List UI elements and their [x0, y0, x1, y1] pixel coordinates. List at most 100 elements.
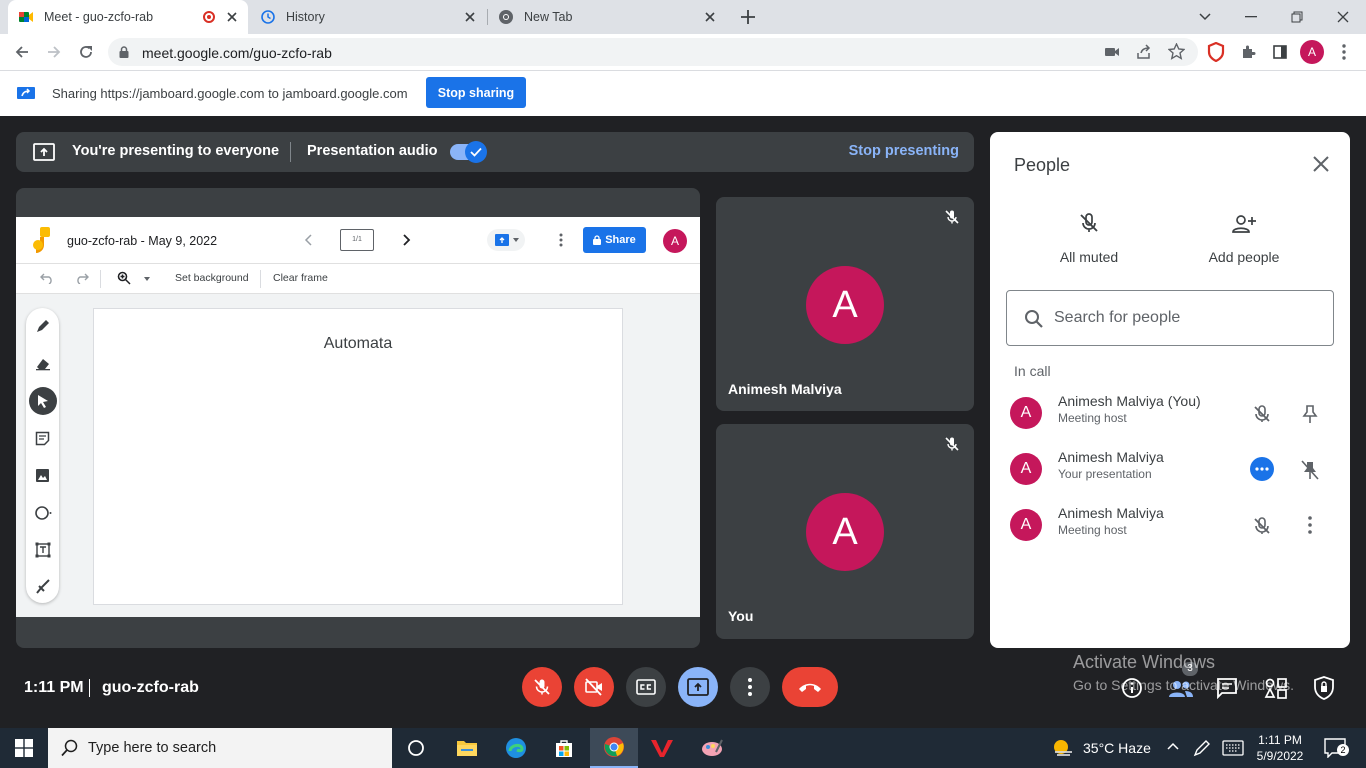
search-icon	[1024, 309, 1044, 329]
microphone-button[interactable]	[522, 667, 562, 707]
restore-button[interactable]	[1274, 0, 1320, 34]
laser-icon[interactable]	[26, 572, 59, 602]
avatar: A	[1010, 453, 1042, 485]
jamboard-toolbar: Set background Clear frame	[16, 264, 700, 294]
avatar: A	[1010, 397, 1042, 429]
participant-role: Meeting host	[1058, 411, 1127, 425]
more-options-icon[interactable]	[1308, 516, 1312, 534]
undo-icon[interactable]	[40, 272, 54, 284]
self-tile[interactable]: A You	[716, 424, 974, 639]
image-icon[interactable]	[26, 460, 59, 490]
vs-app-button[interactable]	[638, 728, 686, 768]
present-dropdown[interactable]	[487, 229, 525, 251]
host-controls-icon[interactable]	[1314, 676, 1334, 700]
participant-tile[interactable]: A Animesh Malviya	[716, 197, 974, 411]
jamboard-avatar[interactable]: A	[663, 229, 687, 253]
mic-off-icon[interactable]	[1252, 516, 1272, 536]
sticky-note-icon[interactable]	[26, 423, 59, 453]
address-bar[interactable]: meet.google.com/guo-zcfo-rab	[108, 38, 1198, 66]
close-tab-icon[interactable]	[224, 9, 240, 25]
side-panel-icon[interactable]	[1268, 40, 1292, 64]
clear-frame-button[interactable]: Clear frame	[273, 272, 328, 284]
presentation-options-icon[interactable]	[1250, 457, 1274, 481]
forward-button[interactable]	[42, 40, 66, 64]
task-view-button[interactable]	[392, 728, 440, 768]
back-button[interactable]	[10, 40, 34, 64]
chrome-icon	[603, 736, 625, 758]
camera-button[interactable]	[574, 667, 614, 707]
chevron-down-icon	[513, 238, 519, 242]
pin-icon[interactable]	[1301, 404, 1319, 424]
close-icon[interactable]	[1312, 155, 1330, 173]
next-frame-icon[interactable]	[401, 233, 411, 247]
browser-menu-icon[interactable]	[1332, 40, 1356, 64]
zoom-dropdown-icon[interactable]	[144, 277, 150, 281]
jamboard-share-button[interactable]: Share	[583, 227, 646, 253]
tab-meet[interactable]: Meet - guo-zcfo-rab	[8, 0, 248, 34]
more-options-button[interactable]	[730, 667, 770, 707]
sharing-infobar: Sharing https://jamboard.google.com to j…	[0, 71, 1366, 116]
tab-history[interactable]: History	[250, 0, 486, 34]
present-now-button[interactable]	[678, 667, 718, 707]
brave-shield-icon[interactable]	[1204, 40, 1228, 64]
shape-circle-icon[interactable]	[26, 498, 59, 528]
divider	[290, 142, 291, 162]
frame-bar-button[interactable]: 1/1	[340, 229, 374, 251]
pen-workspace-icon[interactable]	[1193, 739, 1211, 757]
reload-button[interactable]	[74, 40, 98, 64]
weather-text[interactable]: 35°C Haze	[1083, 740, 1151, 756]
previous-frame-icon[interactable]	[304, 233, 314, 247]
tab-title: New Tab	[524, 10, 573, 24]
weather-icon[interactable]	[1052, 738, 1074, 758]
stop-presenting-button[interactable]: Stop presenting	[849, 143, 959, 159]
taskbar-clock[interactable]: 1:11 PM 5/9/2022	[1250, 732, 1310, 764]
close-tab-icon[interactable]	[462, 9, 478, 25]
activate-windows-subtitle: Go to Settings to activate Windows.	[1073, 677, 1294, 693]
taskbar-search[interactable]: Type here to search	[48, 728, 392, 768]
minimize-button[interactable]	[1228, 0, 1274, 34]
eraser-icon[interactable]	[26, 348, 59, 378]
edge-icon	[505, 737, 527, 759]
keyboard-icon[interactable]	[1222, 740, 1244, 756]
panel-title: People	[1014, 155, 1071, 175]
show-hidden-icons[interactable]	[1166, 741, 1180, 751]
select-tool-icon[interactable]	[26, 386, 59, 416]
stop-sharing-button[interactable]: Stop sharing	[426, 77, 526, 108]
file-explorer-button[interactable]	[443, 728, 491, 768]
store-button[interactable]	[540, 728, 588, 768]
close-tab-icon[interactable]	[702, 9, 718, 25]
captions-button[interactable]	[626, 667, 666, 707]
tab-search-icon[interactable]	[1182, 0, 1228, 34]
extensions-icon[interactable]	[1236, 40, 1260, 64]
participant-role: Your presentation	[1058, 467, 1152, 481]
profile-avatar[interactable]: A	[1300, 40, 1324, 64]
presentation-audio-toggle[interactable]	[450, 141, 487, 163]
camera-icon[interactable]	[1104, 44, 1120, 60]
participant-row[interactable]: A Animesh Malviya Your presentation	[990, 444, 1350, 494]
jamboard-canvas: Automata	[16, 294, 700, 617]
paint-app-button[interactable]	[688, 728, 736, 768]
participant-row[interactable]: A Animesh Malviya (You) Meeting host	[990, 388, 1350, 438]
search-people-input[interactable]: Search for people	[1006, 290, 1334, 346]
more-options-icon[interactable]	[559, 233, 563, 247]
share-page-icon[interactable]	[1136, 44, 1152, 60]
mic-off-icon[interactable]	[1252, 404, 1272, 424]
set-background-button[interactable]: Set background	[175, 272, 249, 284]
bookmark-star-icon[interactable]	[1168, 43, 1185, 60]
unpin-icon[interactable]	[1301, 460, 1319, 480]
new-tab-button[interactable]	[738, 7, 758, 27]
pen-icon[interactable]	[26, 311, 59, 341]
edge-button[interactable]	[492, 728, 540, 768]
participant-row[interactable]: A Animesh Malviya Meeting host	[990, 500, 1350, 550]
recording-icon	[203, 11, 215, 23]
zoom-icon[interactable]	[117, 271, 131, 285]
text-box-icon[interactable]	[26, 535, 59, 565]
start-button[interactable]	[0, 728, 48, 768]
jamboard-title[interactable]: guo-zcfo-rab - May 9, 2022	[67, 234, 217, 248]
leave-call-button[interactable]	[782, 667, 838, 707]
tab-new[interactable]: New Tab	[488, 0, 726, 34]
redo-icon[interactable]	[75, 272, 89, 284]
jamboard-frame[interactable]: Automata	[93, 308, 623, 605]
chrome-taskbar-button[interactable]	[590, 728, 638, 768]
close-window-button[interactable]	[1320, 0, 1366, 34]
